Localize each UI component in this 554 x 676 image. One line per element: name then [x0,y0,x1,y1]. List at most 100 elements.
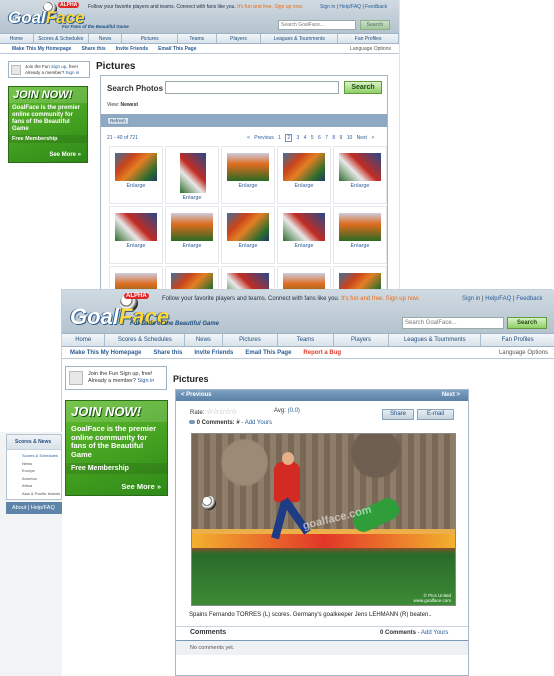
nav-pictures[interactable]: Pictures [122,34,178,43]
enlarge-link[interactable]: Enlarge [278,183,330,189]
photo-thumbnail[interactable] [339,153,381,181]
nav-pictures[interactable]: Pictures [223,334,279,346]
login-signin-link[interactable]: Sign in [138,378,155,384]
join-now-banner-large[interactable]: JOIN NOW! GoalFace is the premier online… [65,400,168,496]
photo-thumbnail[interactable] [283,153,325,181]
nav-news[interactable]: News [185,334,223,346]
nav-fans[interactable]: Fan Profiles [338,34,399,43]
add-comment-link[interactable]: - Add Yours [241,420,272,426]
about-link[interactable]: About [12,505,26,511]
help-link[interactable]: Help/FAQ [485,296,511,302]
search-input[interactable]: Search GoalFace... [278,20,356,30]
email-button[interactable]: E-mail [417,409,454,420]
enlarge-link[interactable]: Enlarge [166,195,218,201]
photo-thumbnail[interactable] [115,213,157,241]
sidebar-item[interactable]: Africa [22,482,61,490]
homepage-link[interactable]: Make This My Homepage [70,347,141,358]
nav-scores[interactable]: Scores & Schedules [34,34,89,43]
see-more-link[interactable]: See More » [49,152,81,158]
enlarge-link[interactable]: Enlarge [278,243,330,249]
photo-thumbnail[interactable] [227,153,269,181]
feedback-link[interactable]: Feedback [516,296,542,302]
feedback-link[interactable]: Feedback [365,4,387,10]
page-8[interactable]: 8 [332,135,335,141]
photo-thumbnail[interactable] [171,213,213,241]
sidebar-item[interactable]: America [22,475,61,483]
photo-thumbnail[interactable] [283,213,325,241]
refresh-button[interactable]: Refresh [107,117,129,125]
enlarge-link[interactable]: Enlarge [166,243,218,249]
join-now-banner[interactable]: JOIN NOW! GoalFace is the premier online… [8,86,88,163]
photo-search-button[interactable]: Search [344,81,382,94]
nav-teams[interactable]: Teams [178,34,217,43]
see-more-link[interactable]: See More » [121,482,161,491]
nav-leagues[interactable]: Leagues & Tournments [261,34,339,43]
page-5[interactable]: 5 [311,135,314,141]
page-10[interactable]: 10 [347,135,353,141]
page-1[interactable]: 1 [278,135,281,141]
signup-link[interactable]: Sign up [51,64,66,69]
help-link[interactable]: Help/FAQ [339,4,361,10]
enlarge-link[interactable]: Enlarge [222,183,274,189]
nav-players[interactable]: Players [334,334,390,346]
sidebar-item[interactable]: Scores & Schedules [22,452,61,460]
nav-teams[interactable]: Teams [278,334,334,346]
photo-thumbnail[interactable] [180,153,206,193]
nav-players[interactable]: Players [217,34,262,43]
language-options[interactable]: Language Options [350,44,391,53]
nav-news[interactable]: News [89,34,123,43]
photo-thumbnail[interactable] [227,213,269,241]
page-6[interactable]: 6 [318,135,321,141]
photo-thumbnail[interactable] [339,213,381,241]
prev-photo-link[interactable]: < Previous [181,392,212,398]
page-7[interactable]: 7 [325,135,328,141]
nav-scores[interactable]: Scores & Schedules [105,334,186,346]
signin-link[interactable]: Sign in [320,4,335,10]
email-link[interactable]: Email This Page [245,347,291,358]
photo-thumbnail[interactable] [227,273,269,290]
enlarge-link[interactable]: Enlarge [110,243,162,249]
sidebar-item[interactable]: News [22,460,61,468]
invite-link[interactable]: Invite Friends [194,347,233,358]
photo-thumbnail[interactable] [283,273,325,290]
share-link[interactable]: Share this [153,347,182,358]
rating-stars[interactable]: ☆☆☆☆☆ [206,407,238,416]
search-button[interactable]: Search [360,20,390,30]
photo-thumbnail[interactable] [115,273,157,290]
sidebar-item[interactable]: Europe [22,467,61,475]
page-9[interactable]: 9 [340,135,343,141]
nav-home[interactable]: Home [0,34,34,43]
signin-link[interactable]: Sign in [462,296,480,302]
photo-search-input[interactable] [165,81,339,94]
report-bug-link[interactable]: Report a Bug [303,347,341,358]
search-button-large[interactable]: Search [507,317,547,329]
nav-leagues[interactable]: Leagues & Tournments [389,334,482,346]
enlarge-link[interactable]: Enlarge [334,243,386,249]
page-4[interactable]: 4 [304,135,307,141]
add-yours-link[interactable]: - Add Yours [418,630,449,636]
email-link[interactable]: Email This Page [158,44,196,53]
share-button[interactable]: Share [382,409,414,420]
nav-home[interactable]: Home [62,334,106,346]
photo-thumbnail[interactable] [115,153,157,181]
help-faq-link[interactable]: Help/FAQ [31,505,55,511]
login-signin-link[interactable]: Sign in [66,70,80,75]
nav-fans[interactable]: Fan Profiles [481,334,554,346]
view-selector[interactable]: View: Newest [107,102,138,108]
search-input-large[interactable]: Search GoalFace... [402,317,504,329]
main-photo[interactable]: goalface.com © Pics United www.goalface.c… [191,433,456,606]
photo-thumbnail[interactable] [171,273,213,290]
invite-link[interactable]: Invite Friends [116,44,149,53]
language-options[interactable]: Language Options [499,347,548,358]
enlarge-link[interactable]: Enlarge [110,183,162,189]
photo-thumbnail[interactable] [339,273,381,290]
homepage-link[interactable]: Make This My Homepage [12,44,71,53]
sidebar-item[interactable]: Asia & Pacific Islands [22,490,61,498]
share-link[interactable]: Share this [81,44,105,53]
prev-page-link[interactable]: < Previous [247,135,274,141]
page-3[interactable]: 3 [297,135,300,141]
page-2[interactable]: 2 [285,134,293,142]
next-photo-link[interactable]: Next > [442,390,460,401]
next-page-link[interactable]: Next > [357,135,375,141]
enlarge-link[interactable]: Enlarge [222,243,274,249]
